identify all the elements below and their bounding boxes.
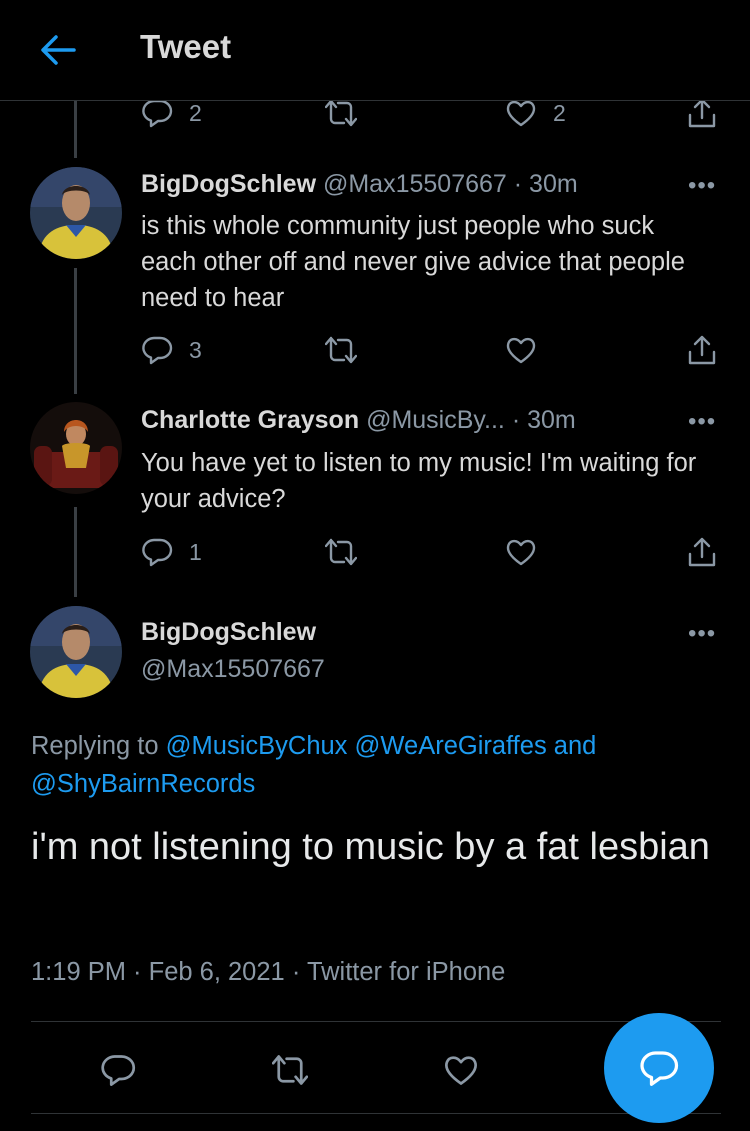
- page-title: Tweet: [140, 28, 232, 65]
- share-button[interactable]: [686, 97, 718, 129]
- retweet-icon: [272, 1055, 308, 1085]
- tweet-time: · 30m: [511, 406, 576, 434]
- avatar[interactable]: [30, 606, 122, 698]
- profile-photo-icon: [30, 402, 122, 494]
- user-handle[interactable]: @Max15507667: [323, 170, 507, 198]
- like-button[interactable]: 2: [505, 97, 566, 129]
- profile-photo-icon: [30, 167, 122, 259]
- reply-count: 3: [189, 336, 202, 363]
- like-count: 2: [553, 99, 566, 126]
- more-options-icon[interactable]: •••: [688, 620, 716, 648]
- thread-line: [74, 507, 77, 597]
- back-arrow-icon[interactable]: [38, 32, 78, 68]
- thread-line: [74, 268, 77, 394]
- share-icon: [688, 98, 716, 128]
- like-button[interactable]: [505, 536, 537, 568]
- share-button[interactable]: [686, 536, 718, 568]
- reply-compose-icon: [640, 1051, 679, 1086]
- share-button[interactable]: [686, 334, 718, 366]
- reply-count: 2: [189, 99, 202, 126]
- reply-icon: [101, 1055, 136, 1086]
- replying-to: Replying to @MusicByChux @WeAreGiraffes …: [31, 727, 711, 803]
- display-name[interactable]: BigDogSchlew: [141, 170, 316, 198]
- tweet-source[interactable]: Twitter for iPhone: [307, 958, 505, 986]
- heart-icon: [506, 100, 536, 127]
- thread-line: [74, 100, 77, 158]
- reply-icon: [142, 538, 173, 567]
- tweet-timestamp: 1:19 PM · Feb 6, 2021 · Twitter for iPho…: [31, 958, 505, 987]
- like-button[interactable]: [505, 334, 537, 366]
- retweet-button[interactable]: [325, 536, 357, 568]
- display-name[interactable]: BigDogSchlew: [141, 618, 316, 647]
- timestamp-text: 1:19 PM · Feb 6, 2021 ·: [31, 958, 307, 986]
- mention-link[interactable]: @WeAreGiraffes: [355, 732, 547, 760]
- reply-button[interactable]: 2: [141, 97, 202, 129]
- reply-button[interactable]: 3: [141, 334, 202, 366]
- tweet-header: BigDogSchlew @Max15507667 · 30m: [141, 170, 578, 199]
- tweet-text: is this whole community just people who …: [141, 212, 685, 312]
- compose-reply-button[interactable]: [604, 1013, 714, 1123]
- mention-link[interactable]: @MusicByChux: [166, 732, 348, 760]
- display-name-text[interactable]: BigDogSchlew: [141, 618, 316, 646]
- reply-icon: [142, 99, 173, 128]
- more-options-icon[interactable]: •••: [688, 172, 716, 200]
- mention-link[interactable]: @ShyBairnRecords: [31, 770, 255, 798]
- avatar[interactable]: [30, 167, 122, 259]
- user-handle[interactable]: @MusicBy...: [366, 406, 505, 434]
- heart-icon: [445, 1056, 477, 1085]
- more-options-icon[interactable]: •••: [688, 408, 716, 436]
- share-icon: [688, 537, 716, 567]
- retweet-button[interactable]: [325, 97, 357, 129]
- retweet-icon: [325, 99, 357, 127]
- retweet-button[interactable]: [325, 334, 357, 366]
- avatar[interactable]: [30, 402, 122, 494]
- heart-icon: [506, 539, 536, 566]
- heart-icon: [506, 337, 536, 364]
- divider: [31, 1113, 721, 1114]
- retweet-icon: [325, 336, 357, 364]
- replying-label: Replying to: [31, 732, 159, 760]
- reply-icon: [142, 336, 173, 365]
- share-icon: [688, 335, 716, 365]
- retweet-icon: [325, 538, 357, 566]
- display-name[interactable]: Charlotte Grayson: [141, 406, 359, 434]
- retweet-button[interactable]: [272, 1052, 308, 1088]
- tweet-time: · 30m: [513, 170, 578, 198]
- user-handle[interactable]: @Max15507667: [141, 655, 325, 684]
- reply-button[interactable]: [100, 1052, 136, 1088]
- tweet-text: You have yet to listen to my music! I'm …: [141, 449, 697, 513]
- divider: [31, 1021, 721, 1022]
- mention-and: and: [553, 732, 597, 760]
- like-button[interactable]: [443, 1052, 479, 1088]
- reply-count: 1: [189, 538, 202, 565]
- profile-photo-icon: [30, 606, 122, 698]
- tweet-header: Charlotte Grayson @MusicBy... · 30m: [141, 406, 576, 435]
- main-tweet-text: i'm not listening to music by a fat lesb…: [31, 826, 710, 868]
- reply-button[interactable]: 1: [141, 536, 202, 568]
- header-bar: Tweet: [0, 0, 750, 101]
